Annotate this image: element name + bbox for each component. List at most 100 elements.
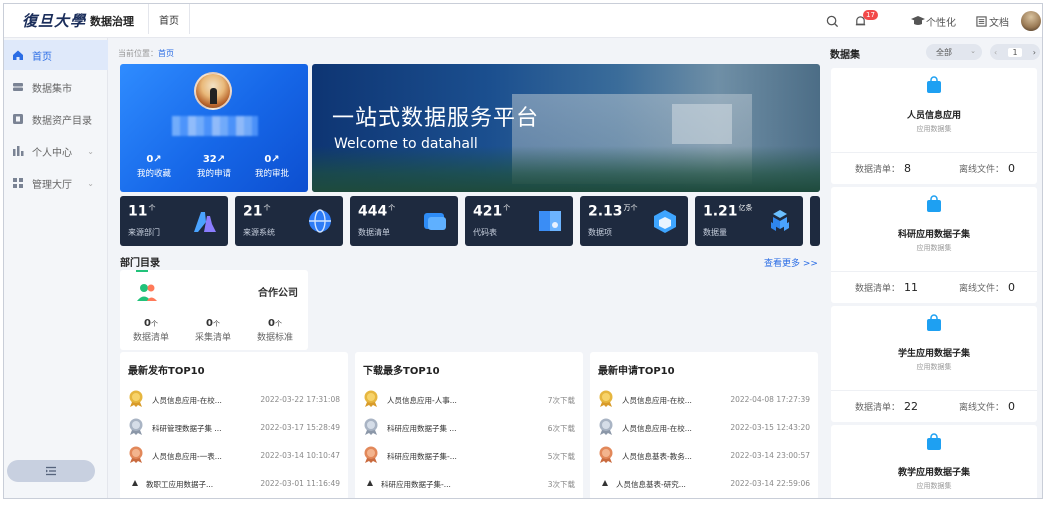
list-item[interactable]: 人员信息应用-人事... 7次下载 bbox=[355, 386, 583, 414]
sidebar-item-label: 数据资产目录 bbox=[32, 115, 92, 127]
sidebar-item-home[interactable]: 首页 bbox=[4, 40, 108, 70]
sidebar-item-data-market[interactable]: 数据集市 bbox=[4, 72, 108, 102]
department-section-title: 部门目录 bbox=[120, 258, 160, 269]
stat-label: 代码表 bbox=[473, 228, 497, 237]
stat-label: 来源系统 bbox=[243, 228, 275, 237]
users-icon bbox=[137, 284, 157, 301]
notification-button[interactable]: 17 bbox=[854, 4, 878, 38]
stat-card-code-tables[interactable]: 421个 代码表 bbox=[465, 196, 573, 246]
list-item[interactable]: 人员信息应用-在校... 2022-03-22 17:31:08 bbox=[120, 386, 348, 414]
catalog-icon bbox=[13, 114, 23, 124]
profile-stat-approvals[interactable]: 0↗ 我的审批 bbox=[242, 154, 302, 179]
item-time: 2022-03-14 22:59:06 bbox=[730, 479, 810, 488]
department-stat-value: 0 bbox=[268, 318, 275, 329]
silver-medal-icon bbox=[364, 418, 378, 435]
university-logo[interactable]: 復旦大學 bbox=[22, 10, 86, 31]
list-item[interactable]: 科研应用数据子集-... 3次下载 bbox=[355, 470, 583, 498]
personalize-button[interactable]: 个性化 bbox=[910, 4, 956, 38]
sidebar-item-asset-catalog[interactable]: 数据资产目录 bbox=[4, 104, 108, 134]
item-name: 人员信息基表-教务... bbox=[622, 452, 692, 461]
list-item[interactable]: 人员信息应用-一表... 2022-03-14 10:10:47 bbox=[120, 442, 348, 470]
stat-card-data-items[interactable]: 2.13万个 数据项 bbox=[580, 196, 688, 246]
list-item[interactable]: 科研管理数据子集 ... 2022-03-17 15:28:49 bbox=[120, 414, 348, 442]
list-item[interactable]: 人员信息应用-在校... 2022-04-08 17:27:39 bbox=[590, 386, 818, 414]
stat-card-data-lists[interactable]: 444个 数据清单 bbox=[350, 196, 458, 246]
dataset-list-count: 数据清单： 11 bbox=[855, 281, 918, 294]
list-item[interactable]: 科研应用数据子集-... 5次下载 bbox=[355, 442, 583, 470]
stat-card-data-volume[interactable]: 1.21亿条 数据量 bbox=[695, 196, 803, 246]
search-button[interactable] bbox=[826, 4, 839, 38]
list-item[interactable]: 教职工应用数据子... 2022-03-01 11:16:49 bbox=[120, 470, 348, 498]
item-name: 人员信息应用-在校... bbox=[622, 396, 692, 405]
book-icon bbox=[539, 211, 561, 231]
chevron-down-icon: ⌄ bbox=[87, 178, 94, 188]
sidebar-collapse-button[interactable] bbox=[7, 460, 95, 482]
list-item[interactable]: 人员信息基表-研究... 2022-03-14 22:59:06 bbox=[590, 470, 818, 498]
item-downloads: 6次下载 bbox=[547, 424, 575, 433]
globe-icon bbox=[309, 209, 331, 233]
dataset-card[interactable]: 人员信息应用 应用数据集 数据清单： 8 离线文件： 0 bbox=[831, 68, 1037, 184]
page-number[interactable]: 1 bbox=[1008, 47, 1022, 57]
department-stat-unit: 个 bbox=[274, 320, 282, 328]
item-name: 科研应用数据子集 ... bbox=[387, 424, 457, 433]
sidebar-item-label: 首页 bbox=[32, 51, 52, 63]
profile-stat-value: 0↗ bbox=[146, 154, 162, 165]
sidebar-item-personal-center[interactable]: 个人中心 ⌄ bbox=[4, 136, 108, 166]
profile-stat-applications[interactable]: 32↗ 我的申请 bbox=[184, 154, 244, 179]
profile-stat-value: 0↗ bbox=[264, 154, 280, 165]
user-avatar-button[interactable] bbox=[1021, 4, 1041, 38]
dataset-file-count: 离线文件： 0 bbox=[959, 400, 1015, 413]
item-downloads: 7次下载 bbox=[547, 396, 575, 405]
search-icon bbox=[826, 15, 839, 27]
stat-label: 数据清单 bbox=[358, 228, 390, 237]
dataset-file-count: 离线文件： 0 bbox=[959, 162, 1015, 175]
gold-medal-icon bbox=[129, 390, 143, 407]
notification-badge: 17 bbox=[863, 10, 878, 20]
view-more-link[interactable]: 查看更多 >> bbox=[764, 256, 818, 269]
stat-value: 444 bbox=[358, 203, 388, 220]
gold-medal-icon bbox=[364, 390, 378, 407]
profile-stat-label: 我的申请 bbox=[196, 169, 231, 179]
list-item[interactable]: 科研应用数据子集 ... 6次下载 bbox=[355, 414, 583, 442]
dataset-card[interactable]: 学生应用数据子集 应用数据集 数据清单： 22 离线文件： 0 bbox=[831, 306, 1037, 422]
stat-card-source-systems[interactable]: 21个 来源系统 bbox=[235, 196, 343, 246]
dataset-list-count: 数据清单： 22 bbox=[855, 400, 918, 413]
item-name: 人员信息应用-在校... bbox=[622, 424, 692, 433]
docs-button[interactable]: 文档 bbox=[976, 4, 1009, 38]
docs-label: 文档 bbox=[989, 17, 1009, 29]
item-name: 科研管理数据子集 ... bbox=[152, 424, 222, 433]
profile-stat-favorites[interactable]: 0↗ 我的收藏 bbox=[124, 154, 184, 179]
dataset-card[interactable]: 科研应用数据子集 应用数据集 数据清单： 11 离线文件： 0 bbox=[831, 187, 1037, 303]
department-stat-unit: 个 bbox=[212, 320, 220, 328]
item-name: 人员信息应用-人事... bbox=[387, 396, 457, 405]
item-time: 2022-03-01 11:16:49 bbox=[260, 479, 340, 488]
dataset-subtitle: 应用数据集 bbox=[916, 244, 952, 252]
sidebar-item-admin-hall[interactable]: 管理大厅 ⌄ bbox=[4, 168, 108, 198]
list-item[interactable]: 人员信息基表-教务... 2022-03-14 23:00:57 bbox=[590, 442, 818, 470]
item-time: 2022-04-08 17:27:39 bbox=[730, 395, 810, 404]
stat-unit: 个 bbox=[503, 204, 511, 212]
prev-page-button[interactable]: ‹ bbox=[994, 48, 997, 57]
dataset-stats: 数据清单： 8 离线文件： 0 bbox=[831, 152, 1037, 184]
stat-card-source-departments[interactable]: 11个 来源部门 bbox=[120, 196, 228, 246]
dataset-card[interactable]: 教学应用数据子集 应用数据集 bbox=[831, 425, 1037, 498]
rank-marker-icon bbox=[602, 480, 608, 486]
app-window: 復旦大學 数据治理 首页 17 个性化 文档 首页 数据集市 数据资产目录 个人… bbox=[3, 3, 1043, 499]
sidebar-item-label: 管理大厅 bbox=[32, 179, 72, 191]
stat-unit: 万个 bbox=[623, 204, 638, 212]
item-time: 2022-03-22 17:31:08 bbox=[260, 395, 340, 404]
department-card[interactable]: 合作公司 0个 数据清单 0个 采集清单 0个 数据标准 bbox=[120, 270, 308, 350]
breadcrumb-current[interactable]: 首页 bbox=[158, 49, 174, 58]
next-page-button[interactable]: › bbox=[1033, 48, 1036, 57]
sidebar-item-label: 数据集市 bbox=[32, 83, 72, 95]
shopping-bag-icon bbox=[927, 314, 941, 331]
folder-icon bbox=[424, 213, 446, 230]
banner-building-image bbox=[672, 104, 732, 144]
dataset-filter-select[interactable]: 全部 ⌄ bbox=[926, 44, 982, 60]
list-item[interactable]: 人员信息应用-在校... 2022-03-15 12:43:20 bbox=[590, 414, 818, 442]
tab-home[interactable]: 首页 bbox=[148, 4, 190, 34]
stat-value: 1.21 bbox=[703, 203, 738, 220]
dataset-list-label: 数据清单： bbox=[855, 403, 901, 413]
document-icon bbox=[976, 15, 987, 27]
dataset-pager: ‹ 1 › bbox=[990, 44, 1040, 60]
